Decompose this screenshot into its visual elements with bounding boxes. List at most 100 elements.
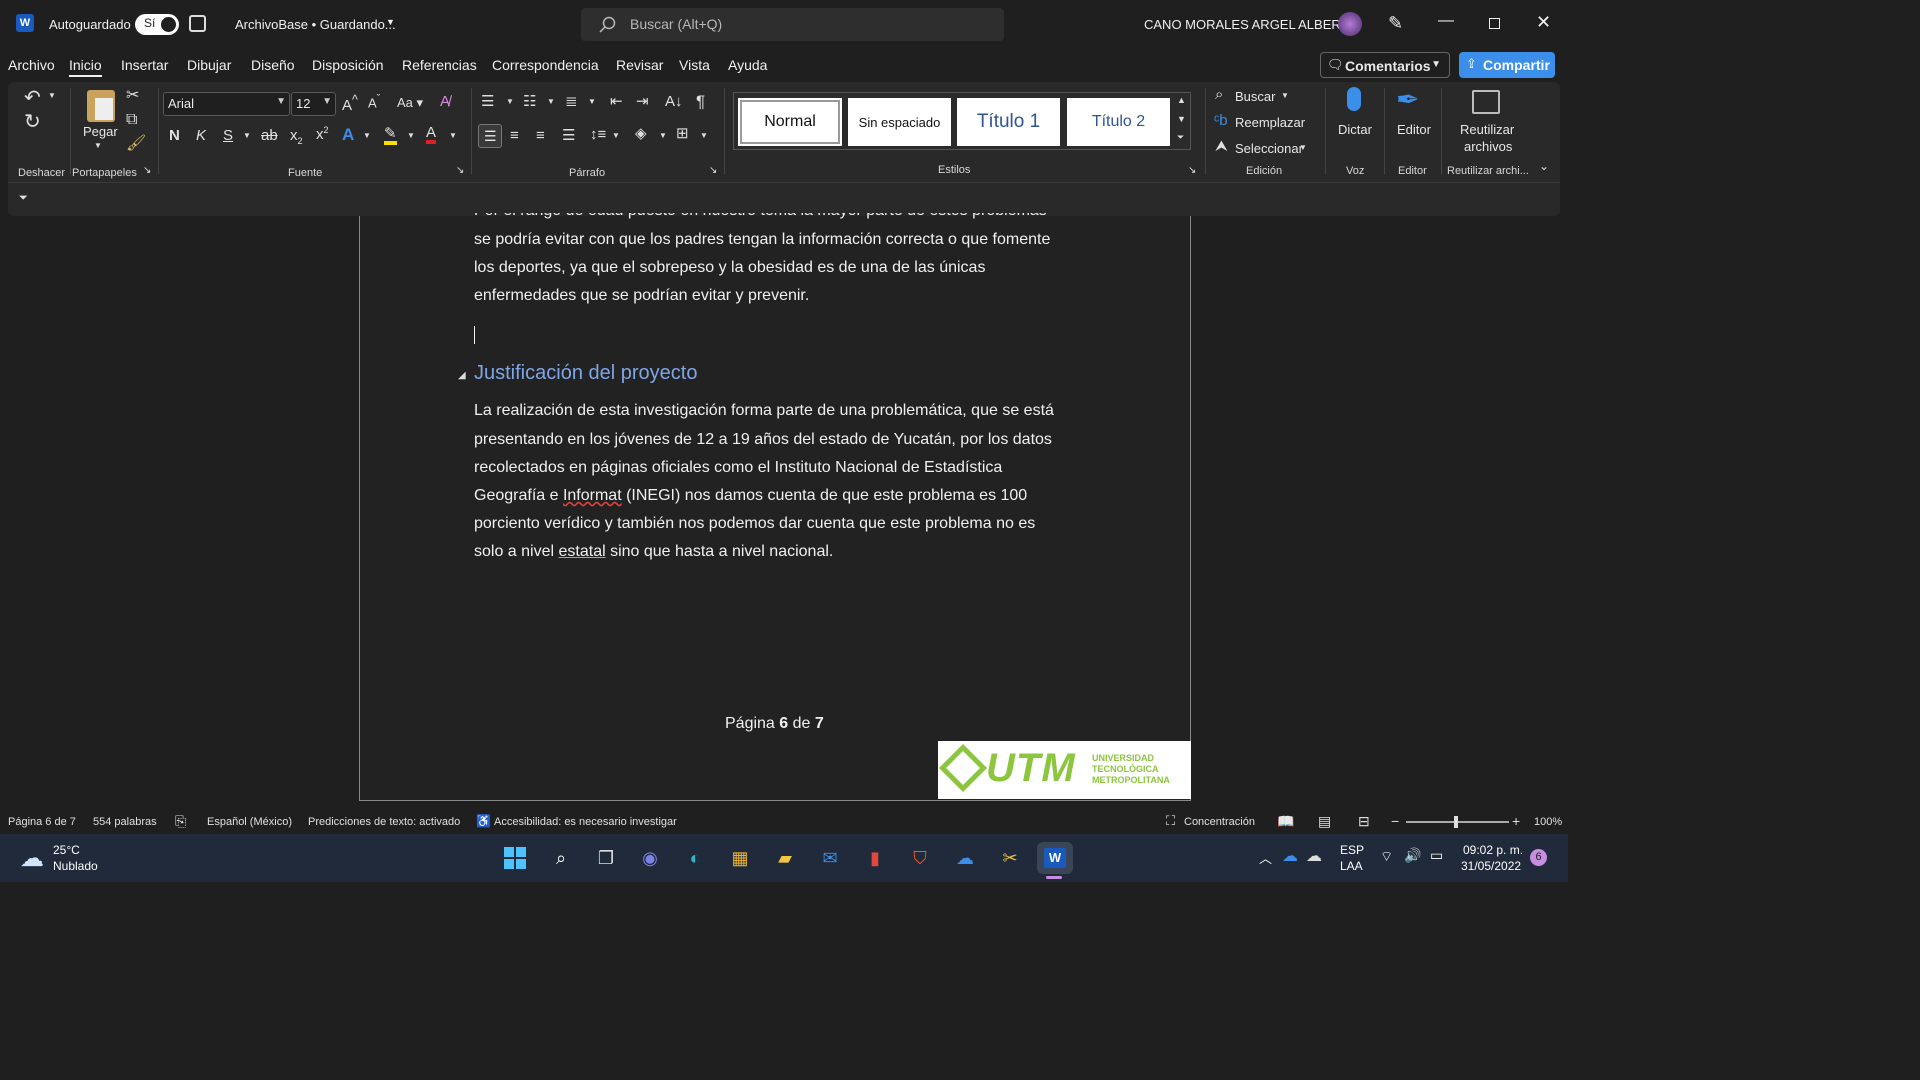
tab-vista[interactable]: Vista [679,57,710,73]
close-icon[interactable]: ✕ [1536,12,1551,33]
copy-icon[interactable]: ⧉ [126,112,137,128]
superscript-icon[interactable]: x2 [316,126,329,143]
increase-indent-icon[interactable]: ⇥ [636,94,649,109]
chevron-up-icon[interactable]: ︿ [1259,848,1272,867]
collapse-heading-icon[interactable]: ◢ [458,370,466,381]
text-effects-icon[interactable]: A [342,126,354,143]
editor-button[interactable]: Editor [1397,122,1431,137]
share-button[interactable]: ⇪ Compartir [1459,52,1555,78]
reuse-button-line2[interactable]: archivos [1464,139,1512,154]
undo-icon[interactable]: ↶ [24,88,41,108]
tab-archivo[interactable]: Archivo [8,57,55,73]
tab-revisar[interactable]: Revisar [616,57,663,73]
misspelled-word[interactable]: Informat [563,487,622,504]
font-name-select[interactable]: Arial ▼ [163,92,290,116]
grow-font-icon[interactable]: A^ [342,94,358,113]
select-cursor-icon[interactable]: ⮝ [1215,139,1228,154]
italic-button[interactable]: K [196,128,206,143]
editor-pen-icon[interactable]: ✒ [1396,86,1419,114]
borders-icon[interactable]: ⊞ [676,126,689,141]
subscript-icon[interactable]: x2 [290,128,303,146]
bullets-icon[interactable]: ☰ [481,94,494,109]
page-count[interactable]: Página 6 de 7 [8,816,76,828]
zoom-out-icon[interactable]: − [1391,813,1399,829]
scroll-down-icon[interactable]: ▼ [1177,115,1186,124]
bold-button[interactable]: N [169,128,180,143]
align-left-button[interactable]: ☰ [478,124,502,148]
tab-dibujar[interactable]: Dibujar [187,57,231,73]
dictate-button[interactable]: Dictar [1338,122,1372,137]
paste-icon[interactable] [87,90,115,122]
accessibility-status[interactable]: Accesibilidad: es necesario investigar [494,816,677,828]
tab-insertar[interactable]: Insertar [121,57,168,73]
shading-icon[interactable]: ◈ [635,126,647,141]
numbering-icon[interactable]: ☷ [523,94,536,109]
chevron-down-icon[interactable]: ▼ [700,132,708,140]
tab-ayuda[interactable]: Ayuda [728,57,767,73]
zoom-level[interactable]: 100% [1534,816,1562,828]
text-predictions[interactable]: Predicciones de texto: activado [308,816,460,828]
font-color-icon[interactable]: A [426,125,437,144]
align-right-icon[interactable]: ≡ [536,128,545,143]
dialog-launcher-icon[interactable]: ↘ [709,166,717,176]
sort-icon[interactable]: A↓ [665,94,683,109]
onedrive-tray-icon[interactable]: ☁ [1306,846,1322,866]
style-titulo-2[interactable]: Título 2 [1067,98,1170,146]
customize-toolbar-icon[interactable]: ⏷ [19,193,28,204]
print-layout-icon[interactable]: ▤ [1318,813,1331,830]
clear-format-icon[interactable]: A̸ [440,94,450,109]
document-title[interactable]: ArchivoBase • Guardando... [235,17,396,32]
select-button[interactable]: Seleccionar [1235,141,1303,156]
font-size-select[interactable]: 12 ▼ [291,92,336,116]
chevron-down-icon[interactable]: ▼ [449,132,457,140]
search-input[interactable]: Buscar (Alt+Q) [581,8,1004,41]
multilevel-list-icon[interactable]: ≣ [565,94,578,109]
autosave-toggle[interactable]: Sí [135,14,179,35]
align-center-icon[interactable]: ≡ [510,128,519,143]
store-icon[interactable]: ▦ [724,842,756,874]
highlight-icon[interactable]: ✎ [384,126,397,145]
chevron-down-icon[interactable]: ▼ [243,132,251,140]
pen-icon[interactable]: ✎ [1388,13,1403,34]
zoom-slider-thumb[interactable] [1454,816,1458,828]
redo-icon[interactable]: ↻ [24,112,41,132]
snipping-tool-icon[interactable]: ✂ [994,842,1026,874]
save-icon[interactable] [189,15,206,32]
shrink-font-icon[interactable]: Aˇ [368,94,380,110]
mail-icon[interactable]: ✉ [814,842,846,874]
lang2[interactable]: LAA [1340,859,1363,873]
zoom-slider[interactable] [1406,816,1509,828]
underline-button[interactable]: S [223,128,233,143]
weather-desc[interactable]: Nublado [53,859,98,873]
chevron-down-icon[interactable]: ▼ [659,132,667,140]
more-styles-icon[interactable]: ⏷ [1177,133,1184,142]
tab-diseno[interactable]: Diseño [251,57,295,73]
onedrive-tray-icon[interactable]: ☁ [1282,846,1298,866]
chevron-down-icon[interactable]: ▼ [363,132,371,140]
restore-icon[interactable] [1489,18,1500,29]
chevron-down-icon[interactable]: ▼ [506,98,514,106]
tab-disposicion[interactable]: Disposición [312,57,384,73]
comments-button[interactable]: 🗨 Comentarios ▼ [1320,52,1450,78]
strikethrough-icon[interactable]: ab [261,128,278,143]
tab-correspondencia[interactable]: Correspondencia [492,57,599,73]
proofing-icon[interactable]: ⎘ [175,813,186,830]
change-case-icon[interactable]: Aa ▾ [397,96,423,109]
tab-inicio[interactable]: Inicio [69,57,102,77]
chevron-down-icon[interactable]: ▼ [1299,144,1307,152]
decrease-indent-icon[interactable]: ⇤ [610,94,623,109]
user-name[interactable]: CANO MORALES ARGEL ALBERTO [1144,17,1358,32]
wifi-icon[interactable]: ⌔ [1380,848,1393,866]
style-normal[interactable]: Normal [738,98,842,146]
find-button[interactable]: Buscar [1235,89,1275,104]
line-spacing-icon[interactable]: ↕≡ [590,127,606,142]
justify-icon[interactable]: ☰ [562,128,575,143]
dialog-launcher-icon[interactable]: ↘ [456,166,464,176]
search-icon[interactable]: ⌕ [545,842,577,874]
onedrive-icon[interactable]: ☁ [949,842,981,874]
chevron-down-icon[interactable]: ▼ [386,17,395,27]
format-painter-icon[interactable]: 🖌 [126,136,146,152]
weather-temp[interactable]: 25°C [53,843,80,857]
style-titulo-1[interactable]: Título 1 [957,98,1060,146]
avatar[interactable] [1338,12,1362,36]
